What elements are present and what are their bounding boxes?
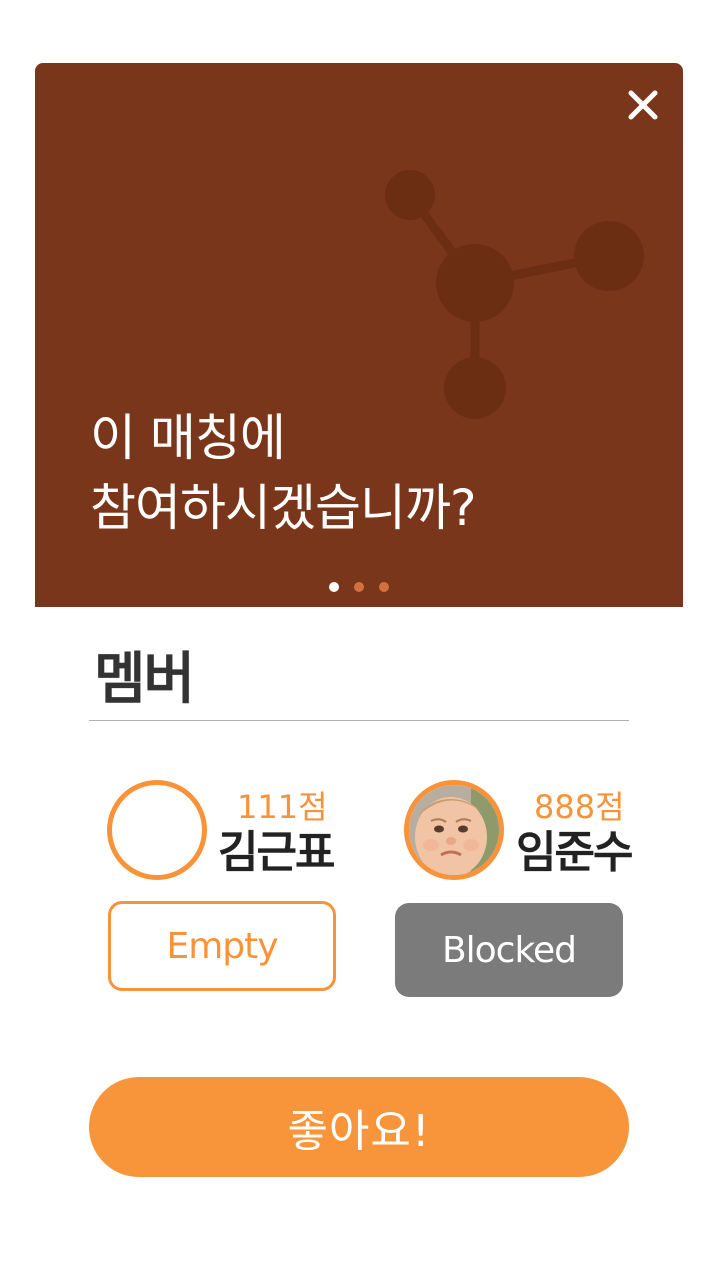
banner-title: 이 매칭에 참여하시겠습니까? bbox=[90, 403, 477, 543]
member-card-2: 888점 임준수 bbox=[404, 780, 664, 880]
banner-title-line2: 참여하시겠습니까? bbox=[90, 479, 477, 537]
baby-photo-avatar[interactable] bbox=[404, 780, 504, 880]
banner-title-line1: 이 매칭에 bbox=[90, 409, 286, 467]
members-section-title: 멤버 bbox=[94, 647, 195, 712]
like-button[interactable]: 좋아요! bbox=[89, 1077, 629, 1177]
member-name: 임준수 bbox=[516, 827, 633, 878]
section-divider bbox=[89, 720, 629, 721]
empty-slot-button[interactable]: Empty bbox=[108, 901, 336, 991]
empty-avatar[interactable] bbox=[107, 780, 207, 880]
carousel-dot-3[interactable] bbox=[379, 582, 389, 592]
member-card-1: 111점 김근표 bbox=[107, 780, 367, 880]
close-icon bbox=[628, 90, 658, 120]
blocked-button[interactable]: Blocked bbox=[395, 903, 623, 997]
member-name: 김근표 bbox=[218, 827, 335, 878]
carousel-indicator bbox=[35, 582, 683, 592]
carousel-dot-2[interactable] bbox=[354, 582, 364, 592]
match-invite-screen: 이 매칭에 참여하시겠습니까? 멤버 111점 김근표 888점 임준수 Emp… bbox=[0, 0, 720, 1280]
match-banner: 이 매칭에 참여하시겠습니까? bbox=[35, 63, 683, 607]
carousel-dot-1[interactable] bbox=[329, 582, 339, 592]
close-button[interactable] bbox=[623, 85, 663, 125]
